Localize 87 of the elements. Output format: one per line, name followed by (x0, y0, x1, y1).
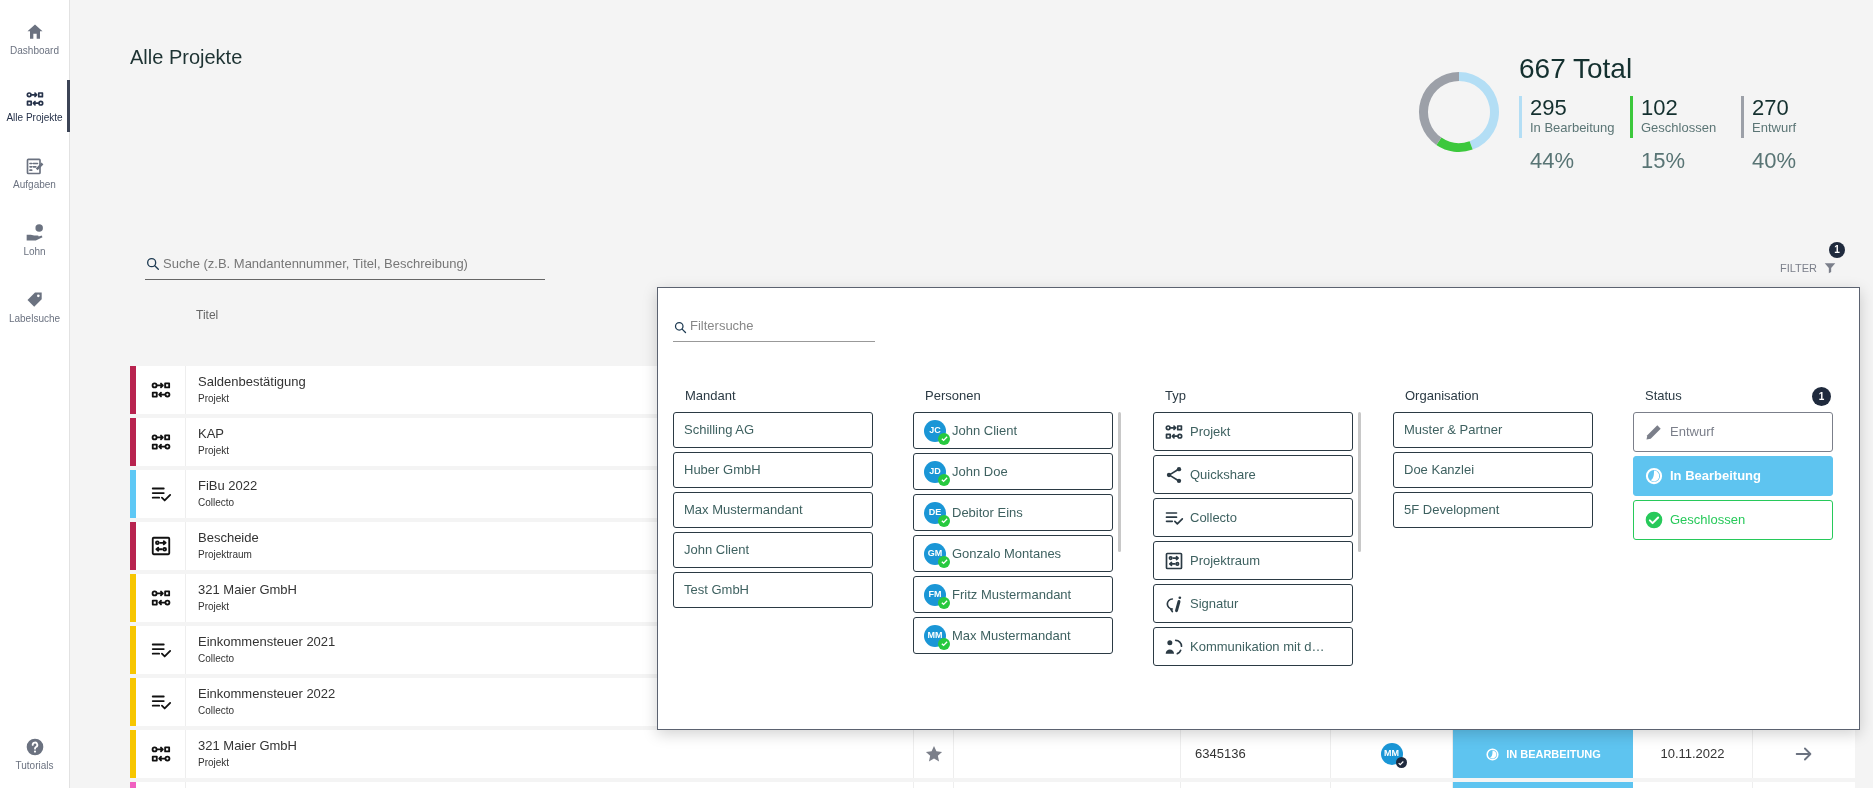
flow-icon (149, 587, 172, 609)
help-icon (24, 736, 45, 757)
filter-column-title: Personen (925, 387, 981, 406)
sidebar-item[interactable]: Labelsuche (0, 279, 69, 335)
type-filter-option[interactable]: Projektraum (1153, 541, 1353, 580)
row-type: Projekt (198, 444, 230, 458)
row-title[interactable]: 321 Maier GmbH (198, 737, 297, 755)
count-badge: 1 (1829, 241, 1845, 258)
filter-button[interactable]: FILTER (1779, 257, 1837, 278)
filter-option[interactable]: Huber GmbH (673, 452, 873, 488)
row-type: Projektraum (198, 548, 252, 562)
total-count: 667 Total (1519, 52, 1634, 86)
filter-option[interactable]: Test GmbH (673, 572, 873, 608)
sidebar-item[interactable]: Dashboard (0, 11, 69, 67)
pencil-icon (1644, 422, 1664, 442)
sidebar-item[interactable]: Tutorials (0, 726, 69, 782)
row-title[interactable]: Saldenbestätigung (198, 373, 306, 391)
row-title[interactable]: KAP (198, 425, 224, 443)
sidebar-item[interactable]: Lohn (0, 212, 69, 268)
share-icon (1164, 464, 1184, 485)
filter-column-title: Mandant (685, 387, 736, 406)
row-title[interactable]: Einkommensteuer 2021 (198, 633, 336, 651)
stat-value: 295 (1530, 96, 1568, 120)
filter-option[interactable]: Muster & Partner (1393, 412, 1593, 448)
stat-label: In Bearbeitung (1530, 120, 1616, 136)
half-circle-icon (1644, 466, 1664, 486)
search-icon (673, 320, 688, 335)
row-title[interactable]: 321 Maier GmbH (198, 581, 297, 599)
person-filter-option[interactable]: JD John Doe (913, 453, 1113, 490)
date: 10.11.2022 (1660, 745, 1725, 764)
stat-percent: 44% (1530, 147, 1576, 175)
row-title[interactable]: Einkommensteuer 2022 (198, 685, 336, 703)
stat-label: Entwurf (1752, 120, 1798, 136)
row-type: Projekt (198, 756, 230, 770)
row-type: Collecto (198, 704, 235, 718)
filter-option[interactable]: Schilling AG (673, 412, 873, 448)
framed-flow-icon (149, 535, 172, 557)
check-circle-icon (1644, 510, 1664, 530)
type-filter-option[interactable]: Quickshare (1153, 455, 1353, 494)
flow-icon (149, 379, 172, 401)
row-type: Projekt (198, 600, 230, 614)
stat-percent: 15% (1641, 147, 1687, 175)
filter-option[interactable]: 5F Development (1393, 492, 1593, 528)
sidebar-item[interactable]: Alle Projekte (0, 78, 69, 134)
filter-icon (1823, 260, 1837, 275)
type-filter-option[interactable]: Projekt (1153, 412, 1353, 451)
filter-option[interactable]: Doe Kanzlei (1393, 452, 1593, 488)
search-icon (145, 256, 161, 272)
filter-column-title: Typ (1165, 387, 1186, 406)
flow-icon (149, 431, 172, 453)
column-header: Titel (196, 307, 219, 324)
person-filter-option[interactable]: MM Max Mustermandant (913, 617, 1113, 654)
count-badge: 1 (1812, 386, 1831, 406)
person-filter-option[interactable]: FM Fritz Mustermandant (913, 576, 1113, 613)
project-number: 6345136 (1195, 745, 1246, 764)
filter-column-title: Status (1645, 387, 1682, 406)
hand-coin-icon (24, 222, 45, 243)
framed-flow-icon (1164, 550, 1184, 571)
flow-icon (149, 743, 172, 765)
stat-label: Geschlossen (1641, 120, 1718, 136)
stat-value: 102 (1641, 96, 1679, 120)
stat-percent: 40% (1752, 147, 1798, 175)
status-filter-option[interactable]: Entwurf (1633, 412, 1833, 452)
row-type: Collecto (198, 652, 235, 666)
row-title[interactable]: Bescheide (198, 529, 259, 547)
person-filter-option[interactable]: DE Debitor Eins (913, 494, 1113, 531)
row-type: Collecto (198, 496, 235, 510)
filter-search-field[interactable]: Filtersuche (673, 310, 875, 342)
person-filter-option[interactable]: JC John Client (913, 412, 1113, 449)
status-label: IN BEARBEITUNG (1453, 730, 1633, 778)
scrollbar[interactable] (1358, 412, 1361, 552)
search-field[interactable]: Suche (z.B. Mandantennummer, Titel, Beschreibung) (145, 248, 545, 280)
scrollbar[interactable] (1118, 412, 1121, 552)
row-type: Projekt (198, 392, 230, 406)
stat-value: 270 (1752, 96, 1790, 120)
half-circle-icon (1485, 746, 1501, 762)
sidebar-item[interactable]: Aufgaben (0, 145, 69, 201)
filter-option[interactable]: John Client (673, 532, 873, 568)
type-filter-option[interactable]: Collecto (1153, 498, 1353, 537)
page-title: Alle Projekte (130, 45, 243, 70)
active-indicator (67, 80, 70, 132)
filter-option[interactable]: Max Mustermandant (673, 492, 873, 528)
type-filter-option[interactable]: Signatur (1153, 584, 1353, 623)
row-title[interactable]: FiBu 2022 (198, 477, 258, 495)
type-filter-option[interactable]: Kommunikation mit d… (1153, 627, 1353, 666)
filter-column-title: Organisation (1405, 387, 1479, 406)
person-filter-option[interactable]: GM Gonzalo Montanes (913, 535, 1113, 572)
